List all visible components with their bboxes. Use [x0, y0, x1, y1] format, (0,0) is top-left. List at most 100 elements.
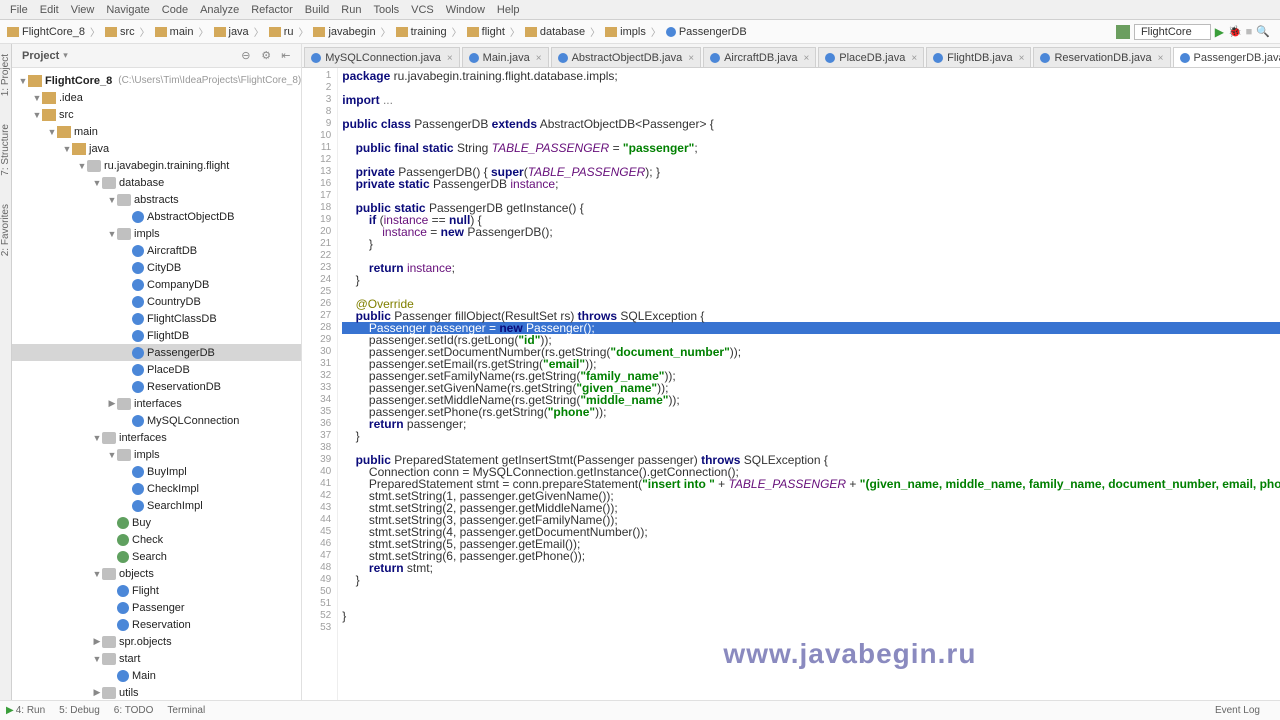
breadcrumb-item[interactable]: src [102, 25, 138, 39]
tree-item-impls[interactable]: ▼impls [12, 225, 301, 242]
editor-tab[interactable]: FlightDB.java× [926, 47, 1031, 67]
code-line[interactable] [342, 250, 1280, 262]
code-line[interactable]: import ... [342, 94, 1280, 106]
breadcrumb-item[interactable]: PassengerDB [663, 25, 750, 39]
tree-arrow[interactable]: ▼ [107, 229, 117, 239]
tree-arrow[interactable]: ▶ [107, 398, 117, 409]
tree-item-mysqlconnection[interactable]: MySQLConnection [12, 412, 301, 429]
breadcrumb-item[interactable]: flight [464, 25, 508, 39]
tree-item-interfaces[interactable]: ▼interfaces [12, 429, 301, 446]
breadcrumb-item[interactable]: java [211, 25, 252, 39]
menu-navigate[interactable]: Navigate [100, 4, 155, 16]
tree-item-countrydb[interactable]: CountryDB [12, 293, 301, 310]
menu-vcs[interactable]: VCS [405, 4, 440, 16]
tree-arrow[interactable]: ▼ [32, 93, 42, 103]
tree-item-src[interactable]: ▼src [12, 106, 301, 123]
breadcrumb-item[interactable]: javabegin [310, 25, 378, 39]
editor-tab[interactable]: PassengerDB.java× [1173, 47, 1280, 67]
gear-icon[interactable]: ⚙ [261, 49, 275, 63]
tree-item-checkimpl[interactable]: CheckImpl [12, 480, 301, 497]
menu-build[interactable]: Build [299, 4, 335, 16]
editor-tab[interactable]: AbstractObjectDB.java× [551, 47, 702, 67]
menu-refactor[interactable]: Refactor [245, 4, 299, 16]
tree-item--idea[interactable]: ▼.idea [12, 89, 301, 106]
close-icon[interactable]: × [1158, 53, 1164, 64]
breadcrumb-item[interactable]: training [393, 25, 450, 39]
code-line[interactable]: public static PassengerDB getInstance() … [342, 202, 1280, 214]
code-editor[interactable]: 1238910111213161718192021222324252627282… [302, 68, 1280, 700]
tree-item-abstractobjectdb[interactable]: AbstractObjectDB [12, 208, 301, 225]
tree-item-search[interactable]: Search [12, 548, 301, 565]
tree-item-citydb[interactable]: CityDB [12, 259, 301, 276]
search-icon[interactable]: 🔍 [1256, 25, 1270, 38]
code-line[interactable]: } [342, 610, 1280, 622]
tool-tab[interactable]: 2: Favorites [0, 200, 11, 260]
menu-run[interactable]: Run [335, 4, 367, 16]
menu-window[interactable]: Window [440, 4, 491, 16]
tree-item-passengerdb[interactable]: PassengerDB [12, 344, 301, 361]
status-run[interactable]: ▶4: Run [6, 705, 45, 716]
tree-item-java[interactable]: ▼java [12, 140, 301, 157]
menu-edit[interactable]: Edit [34, 4, 65, 16]
code-line[interactable]: public class PassengerDB extends Abstrac… [342, 118, 1280, 130]
tree-arrow[interactable]: ▼ [92, 178, 102, 188]
project-tree[interactable]: ▼ FlightCore_8 (C:\Users\Tim\IdeaProject… [12, 68, 301, 700]
tree-arrow[interactable]: ▶ [92, 687, 102, 698]
close-icon[interactable]: × [447, 53, 453, 64]
code-line[interactable]: return passenger; [342, 418, 1280, 430]
breadcrumb-item[interactable]: FlightCore_8 [4, 25, 88, 39]
tree-arrow[interactable]: ▼ [92, 433, 102, 443]
tree-item-main[interactable]: Main [12, 667, 301, 684]
tree-item-interfaces[interactable]: ▶interfaces [12, 395, 301, 412]
menu-view[interactable]: View [65, 4, 101, 16]
tree-item-searchimpl[interactable]: SearchImpl [12, 497, 301, 514]
code-line[interactable]: } [342, 274, 1280, 286]
menu-tools[interactable]: Tools [367, 4, 405, 16]
menu-analyze[interactable]: Analyze [194, 4, 245, 16]
code-line[interactable] [342, 622, 1280, 634]
tree-item-buy[interactable]: Buy [12, 514, 301, 531]
breadcrumb-item[interactable]: ru [266, 25, 297, 39]
code-line[interactable]: package ru.javabegin.training.flight.dat… [342, 70, 1280, 82]
build-icon[interactable] [1116, 25, 1130, 39]
tree-arrow[interactable]: ▼ [107, 195, 117, 205]
editor-tab[interactable]: MySQLConnection.java× [304, 47, 459, 67]
tree-item-passenger[interactable]: Passenger [12, 599, 301, 616]
project-root[interactable]: ▼ FlightCore_8 (C:\Users\Tim\IdeaProject… [12, 72, 301, 89]
code-line[interactable]: } [342, 238, 1280, 250]
code-line[interactable]: public final static String TABLE_PASSENG… [342, 142, 1280, 154]
code-line[interactable] [342, 586, 1280, 598]
editor-tab[interactable]: Main.java× [462, 47, 549, 67]
tree-item-check[interactable]: Check [12, 531, 301, 548]
tool-tab[interactable]: 7: Structure [0, 120, 11, 180]
tree-arrow[interactable]: ▼ [92, 654, 102, 664]
code-line[interactable]: private static PassengerDB instance; [342, 178, 1280, 190]
status-terminal[interactable]: Terminal [167, 705, 205, 716]
tree-arrow[interactable]: ▶ [92, 636, 102, 647]
menu-code[interactable]: Code [156, 4, 194, 16]
close-icon[interactable]: × [803, 53, 809, 64]
tree-item-aircraftdb[interactable]: AircraftDB [12, 242, 301, 259]
stop-icon[interactable]: ■ [1246, 26, 1253, 38]
collapse-icon[interactable]: ⊖ [241, 49, 255, 63]
debug-icon[interactable]: 🐞 [1228, 25, 1242, 38]
close-icon[interactable]: × [688, 53, 694, 64]
status-debug[interactable]: 5: Debug [59, 705, 100, 716]
tree-item-reservationdb[interactable]: ReservationDB [12, 378, 301, 395]
close-icon[interactable]: × [536, 53, 542, 64]
code-line[interactable]: } [342, 430, 1280, 442]
code-line[interactable] [342, 598, 1280, 610]
code-line[interactable]: } [342, 574, 1280, 586]
menu-help[interactable]: Help [491, 4, 526, 16]
code-line[interactable]: return instance; [342, 262, 1280, 274]
close-icon[interactable]: × [911, 53, 917, 64]
code-line[interactable]: stmt.setString(6, passenger.getPhone()); [342, 550, 1280, 562]
tree-item-impls[interactable]: ▼impls [12, 446, 301, 463]
tree-item-start[interactable]: ▼start [12, 650, 301, 667]
tree-arrow[interactable]: ▼ [92, 569, 102, 579]
tree-arrow[interactable]: ▼ [107, 450, 117, 460]
chevron-down-icon[interactable]: ▾ [63, 50, 68, 61]
tree-item-spr-objects[interactable]: ▶spr.objects [12, 633, 301, 650]
tree-item-flight[interactable]: Flight [12, 582, 301, 599]
code-line[interactable]: instance = new PassengerDB(); [342, 226, 1280, 238]
